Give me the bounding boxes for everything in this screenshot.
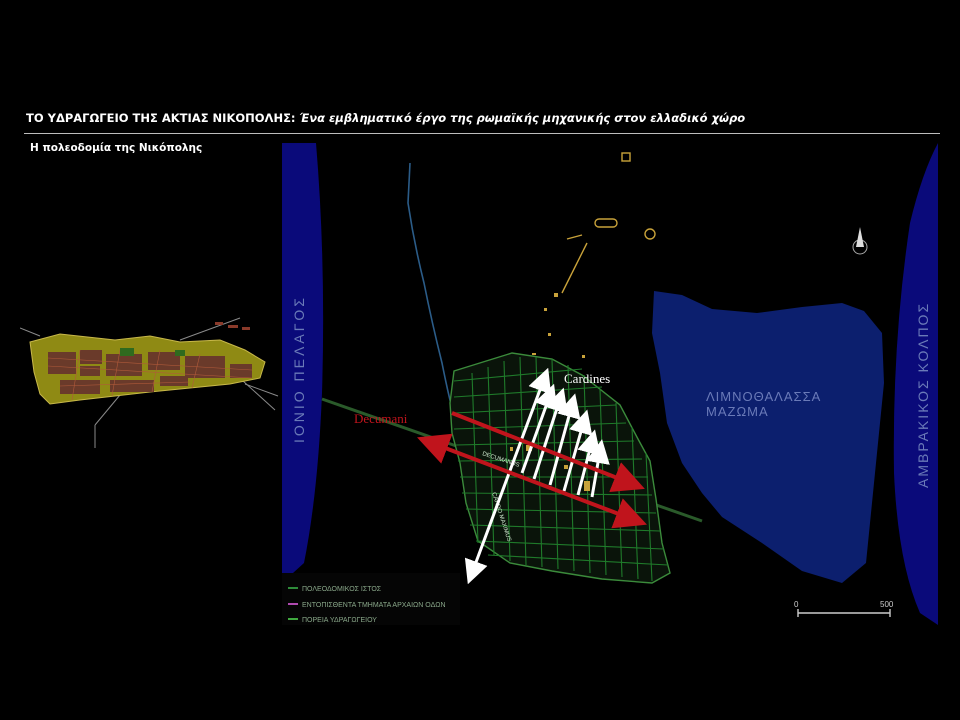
legend-item-1: ΠΟΛΕΟΔΟΜΙΚΟΣ ΙΣΤΟΣ bbox=[302, 586, 382, 593]
slide: ΤΟ ΥΔΡΑΓΩΓΕΙΟ ΤΗΣ ΑΚΤΙΑΣ ΝΙΚΟΠΟΛΗΣ: Ένα … bbox=[0, 0, 960, 720]
slide-title: ΤΟ ΥΔΡΑΓΩΓΕΙΟ ΤΗΣ ΑΚΤΙΑΣ ΝΙΚΟΠΟΛΗΣ: Ένα … bbox=[26, 111, 745, 125]
legend-item-2: ΕΝΤΟΠΙΣΘΕΝΤΑ ΤΜΗΜΑΤΑ ΑΡΧΑΙΩΝ ΟΔΩΝ bbox=[302, 602, 446, 609]
slide-subtitle: Η πολεοδομία της Νικόπολης bbox=[30, 142, 203, 154]
lagoon-label-line1: ΛΙΜΝΟΘΑΛΑΣΣΑ bbox=[706, 389, 821, 404]
scale-start: 0 bbox=[794, 600, 799, 609]
scale-end: 500 bbox=[880, 600, 894, 609]
cardines-label: Cardines bbox=[564, 371, 610, 386]
title-divider bbox=[24, 133, 940, 134]
sea-left-label: ΙΟΝΙΟ ΠΕΛΑΓΟΣ bbox=[291, 295, 307, 443]
lagoon-label-line2: ΜΑΖΩΜΑ bbox=[706, 404, 769, 419]
legend-item-3: ΠΟΡΕΙΑ ΥΔΡΑΓΩΓΕΙΟΥ bbox=[302, 617, 377, 624]
title-main: ΤΟ ΥΔΡΑΓΩΓΕΙΟ ΤΗΣ ΑΚΤΙΑΣ ΝΙΚΟΠΟΛΗΣ: bbox=[26, 111, 300, 125]
decumani-label: Decumani bbox=[354, 411, 408, 426]
title-italic: Ένα εμβληματικό έργο της ρωμαϊκής μηχανι… bbox=[299, 111, 746, 125]
map-legend: ΠΟΛΕΟΔΟΜΙΚΟΣ ΙΣΤΟΣ ΕΝΤΟΠΙΣΘΕΝΤΑ ΤΜΗΜΑΤΑ … bbox=[282, 573, 460, 625]
thumbnail-north-buildings bbox=[215, 322, 250, 330]
city-3d-thumbnail bbox=[20, 300, 285, 460]
sea-right-label: ΑΜΒΡΑΚΙΚΟΣ ΚΟΛΠΟΣ bbox=[915, 302, 931, 488]
nikopolis-city-map: DECUMANUS CARDO MAXIMUS Cardines Decuman… bbox=[282, 143, 938, 625]
